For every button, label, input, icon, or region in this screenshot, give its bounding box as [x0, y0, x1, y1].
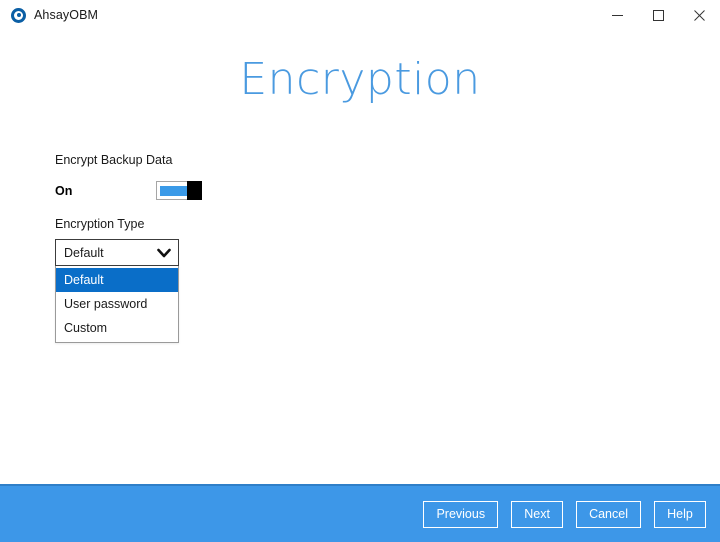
window-controls	[597, 0, 720, 30]
app-title: AhsayOBM	[34, 8, 99, 22]
encryption-type-select-wrapper: Default Default User password Custom	[55, 239, 179, 343]
encryption-type-option-list: Default User password Custom	[55, 266, 179, 343]
encryption-type-selected-value: Default	[64, 245, 104, 260]
title-bar-left: AhsayOBM	[0, 7, 99, 23]
encryption-type-option-default[interactable]: Default	[56, 268, 178, 292]
toggle-state-label: On	[55, 183, 73, 198]
toggle-thumb[interactable]	[187, 181, 202, 200]
encryption-form: Encrypt Backup Data On Encryption Type D…	[55, 154, 385, 343]
toggle-track	[160, 186, 188, 196]
maximize-icon	[653, 9, 664, 21]
encrypt-backup-data-label: Encrypt Backup Data	[55, 153, 173, 167]
close-button[interactable]	[679, 0, 720, 30]
next-button[interactable]: Next	[511, 500, 564, 528]
encrypt-backup-data-toggle[interactable]	[156, 181, 202, 200]
maximize-button[interactable]	[638, 0, 679, 30]
title-bar: AhsayOBM	[0, 0, 720, 30]
encryption-type-option-user-password[interactable]: User password	[56, 292, 178, 316]
encryption-type-option-custom[interactable]: Custom	[56, 316, 178, 340]
cancel-button[interactable]: Cancel	[576, 500, 641, 528]
application-window: AhsayOBM Encryption Encrypt Backup Data …	[0, 0, 720, 542]
encryption-type-select[interactable]: Default	[55, 239, 179, 266]
main-content: Encryption Encrypt Backup Data On Encryp…	[0, 30, 720, 484]
encryption-type-label: Encryption Type	[55, 216, 145, 231]
previous-button[interactable]: Previous	[423, 500, 499, 528]
page-title: Encryption	[239, 54, 481, 105]
footer-bar: Previous Next Cancel Help	[0, 484, 720, 542]
close-icon	[694, 9, 705, 21]
encrypt-backup-data-toggle-row: On	[55, 180, 385, 202]
chevron-down-icon[interactable]	[156, 245, 172, 261]
minimize-icon	[612, 10, 623, 21]
target-circle-icon	[11, 7, 26, 23]
minimize-button[interactable]	[597, 0, 638, 30]
help-button[interactable]: Help	[654, 500, 706, 528]
